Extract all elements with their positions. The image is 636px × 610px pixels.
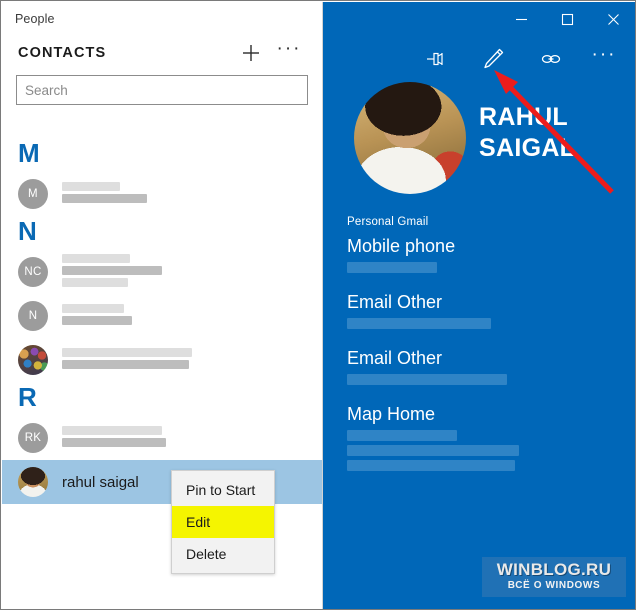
field-value-redacted [347, 262, 635, 273]
contact-field[interactable]: Email Other [347, 346, 635, 385]
avatar [18, 345, 48, 375]
avatar: N [18, 301, 48, 331]
contacts-sidebar: People CONTACTS ··· MMNNCNRRKrahul saiga… [2, 2, 323, 609]
page-title: CONTACTS [18, 45, 107, 61]
contact-list-item[interactable]: RK [2, 416, 322, 460]
context-menu-item-edit[interactable]: Edit [172, 506, 274, 538]
redaction-bar [347, 318, 491, 329]
contacts-header: CONTACTS ··· [2, 36, 322, 70]
contact-detail-pane: ··· RAHUL SAIGAL Personal Gmail Mobile p… [323, 2, 635, 609]
avatar [354, 82, 466, 194]
contact-field[interactable]: Email Other [347, 290, 635, 329]
redaction-bar [347, 445, 519, 456]
redaction-bar [62, 348, 192, 357]
redaction-bar [62, 194, 147, 203]
avatar: M [18, 179, 48, 209]
redaction-bar [62, 278, 128, 287]
field-label: Mobile phone [347, 236, 456, 256]
group-letter-r: R [18, 382, 37, 412]
contact-name-label: rahul saigal [62, 473, 139, 491]
link-contacts-button[interactable] [522, 37, 580, 81]
profile-block: RAHUL SAIGAL [323, 82, 635, 204]
redaction-bar [347, 430, 457, 441]
contact-field[interactable]: Map Home [347, 402, 635, 471]
redaction-bar [347, 460, 515, 471]
contact-name-redacted [62, 426, 166, 450]
context-menu-item-pin-to-start[interactable]: Pin to Start [172, 474, 274, 506]
watermark: WINBLOG.RU ВСЁ О WINDOWS [482, 557, 626, 597]
detail-more-button[interactable]: ··· [580, 33, 628, 86]
contact-name-redacted [62, 254, 162, 290]
minimize-button[interactable] [498, 3, 544, 35]
pin-icon [427, 52, 443, 66]
window-controls [323, 2, 635, 36]
redaction-bar [62, 316, 132, 325]
group-letter-n: N [18, 216, 37, 246]
contact-list-item[interactable]: NC [2, 250, 322, 294]
redaction-bar [62, 182, 120, 191]
plus-icon [243, 45, 259, 61]
pin-button[interactable] [406, 37, 464, 81]
edit-pencil-icon [484, 48, 504, 69]
link-icon [541, 54, 561, 64]
contact-name-redacted [62, 348, 192, 372]
window-body: People CONTACTS ··· MMNNCNRRKrahul saiga… [2, 2, 635, 609]
field-value-redacted [347, 318, 635, 329]
avatar [18, 467, 48, 497]
minimize-icon [515, 18, 527, 20]
redaction-bar [347, 262, 437, 273]
contact-list-item[interactable]: N [2, 294, 322, 338]
redaction-bar [347, 374, 507, 385]
field-label: Map Home [347, 404, 436, 424]
close-button[interactable] [590, 3, 635, 35]
avatar: RK [18, 423, 48, 453]
search-input[interactable] [16, 75, 308, 105]
people-app-window: People CONTACTS ··· MMNNCNRRKrahul saiga… [0, 0, 636, 610]
add-contact-button[interactable] [232, 36, 270, 70]
maximize-icon [561, 13, 573, 25]
contact-list-item[interactable]: M [2, 172, 322, 216]
context-menu-item-delete[interactable]: Delete [172, 538, 274, 570]
redaction-bar [62, 426, 162, 435]
contact-name: RAHUL SAIGAL [479, 103, 576, 162]
field-label: Email Other [347, 348, 443, 368]
search-container [2, 70, 322, 105]
contact-list-item[interactable] [2, 338, 322, 382]
contact-name-redacted [62, 304, 132, 328]
field-value-redacted [347, 430, 635, 471]
context-menu[interactable]: Pin to Start Edit Delete [171, 470, 275, 574]
contact-name-redacted [62, 182, 147, 206]
close-icon [607, 13, 619, 25]
edit-button[interactable] [464, 37, 522, 81]
maximize-button[interactable] [544, 3, 590, 35]
avatar: NC [18, 257, 48, 287]
watermark-subtitle: ВСЁ О WINDOWS [507, 580, 601, 591]
contacts-more-button[interactable]: ··· [270, 32, 308, 75]
redaction-bar [62, 266, 162, 275]
watermark-title: WINBLOG.RU [496, 560, 612, 579]
contact-field[interactable]: Mobile phone [347, 234, 635, 273]
redaction-bar [62, 254, 130, 263]
field-value-redacted [347, 374, 635, 385]
redaction-bar [62, 360, 189, 369]
group-letter-m: M [18, 138, 40, 168]
app-title: People [15, 12, 55, 26]
redaction-bar [62, 304, 124, 313]
account-label: Personal Gmail [347, 216, 429, 228]
redaction-bar [62, 438, 166, 447]
contact-fields: Mobile phone Email Other Email Other Map Ho… [323, 228, 635, 471]
contact-toolbar: ··· [323, 36, 635, 82]
field-label: Email Other [347, 292, 443, 312]
